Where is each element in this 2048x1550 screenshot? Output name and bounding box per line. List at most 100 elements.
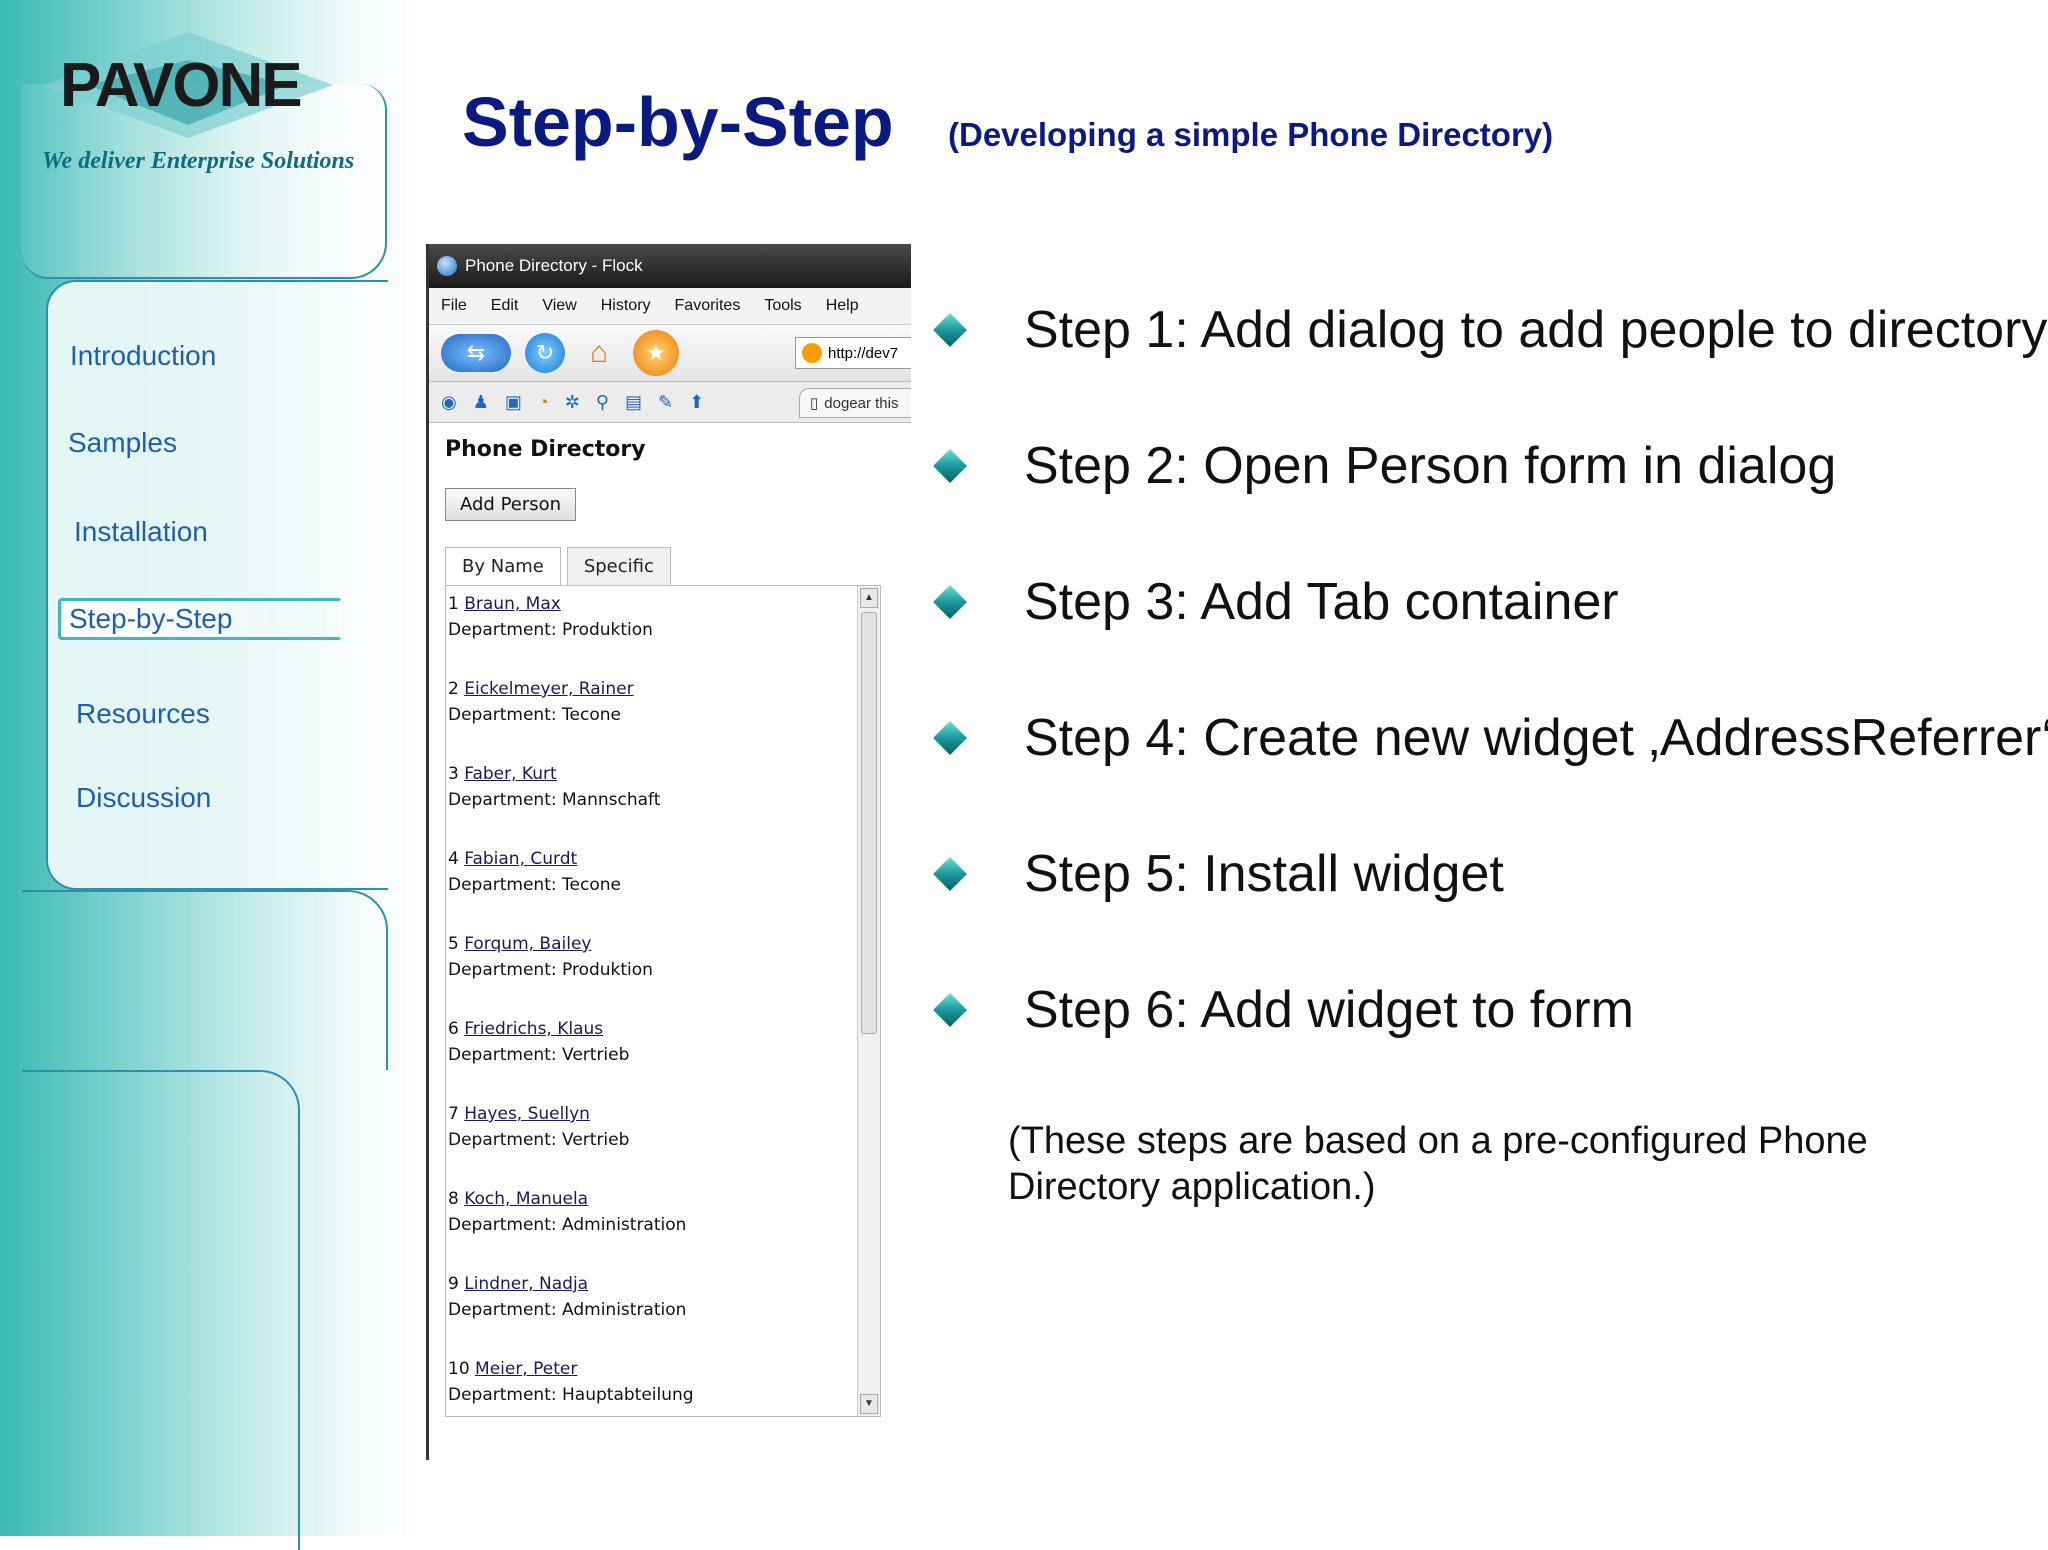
list-item: 4 Fabian, Curdt Department: Tecone: [448, 849, 880, 934]
photo-icon[interactable]: ▣: [505, 392, 522, 413]
person-name-link[interactable]: Friedrichs, Klaus: [464, 1019, 603, 1039]
pin-icon[interactable]: ⚲: [596, 392, 609, 413]
department-value: Tecone: [562, 705, 621, 725]
browser-title-bar: Phone Directory - Flock: [429, 244, 911, 288]
step-text: Step 3: Add Tab container: [1024, 573, 1619, 631]
department-label: Department:: [448, 1130, 557, 1150]
list-item: 1 Braun, Max Department: Produktion: [448, 594, 880, 679]
menu-edit[interactable]: Edit: [491, 297, 519, 315]
department-value: Vertrieb: [562, 1130, 630, 1150]
department-label: Department:: [448, 1300, 557, 1320]
step-item: Step 1: Add dialog to add people to dire…: [930, 300, 2047, 360]
list-item: 10 Meier, Peter Department: Hauptabteilun…: [448, 1359, 880, 1416]
blog-icon[interactable]: ✎: [658, 392, 673, 413]
person-line: 6 Friedrichs, Klaus: [448, 1019, 880, 1039]
list-item: 9 Lindner, Nadja Department: Administrati…: [448, 1274, 880, 1359]
browser-globe-icon: [437, 256, 457, 276]
person-name-link[interactable]: Meier, Peter: [475, 1359, 577, 1379]
add-person-button[interactable]: Add Person: [445, 488, 577, 521]
person-name-link[interactable]: Forqum, Bailey: [464, 934, 591, 954]
scroll-thumb[interactable]: [861, 612, 877, 1034]
person-name-link[interactable]: Faber, Kurt: [464, 764, 556, 784]
person-line: 2 Eickelmeyer, Rainer: [448, 679, 880, 699]
menu-help[interactable]: Help: [826, 297, 859, 315]
browser-toolbar: ⇆ ↻ ⌂ ★ http://dev7: [429, 325, 911, 382]
person-line: 1 Braun, Max: [448, 594, 880, 614]
person-name-link[interactable]: Fabian, Curdt: [464, 849, 577, 869]
browser-tab[interactable]: ▯ dogear this: [799, 388, 911, 418]
person-department-line: Department: Vertrieb: [448, 1130, 880, 1150]
department-value: Mannschaft: [562, 790, 661, 810]
diamond-bullet-icon: [930, 990, 970, 1030]
person-department-line: Department: Tecone: [448, 875, 880, 895]
department-label: Department:: [448, 1045, 557, 1065]
person-department-line: Department: Produktion: [448, 620, 880, 640]
globe-small-icon[interactable]: ◉: [441, 392, 457, 413]
refresh-icon[interactable]: ↻: [525, 333, 565, 373]
diamond-bullet-icon: [930, 582, 970, 622]
list-item: 2 Eickelmeyer, Rainer Department: Tecone: [448, 679, 880, 764]
diamond-bullet-icon: [930, 310, 970, 350]
person-name-link[interactable]: Braun, Max: [464, 594, 561, 614]
department-value: Vertrieb: [562, 1045, 630, 1065]
person-name-link[interactable]: Hayes, Suellyn: [464, 1104, 590, 1124]
list-item: 3 Faber, Kurt Department: Mannschaft: [448, 764, 880, 849]
person-number: 8: [448, 1189, 459, 1209]
tab-specific[interactable]: Specific: [566, 547, 671, 585]
step-item: Step 5: Install widget: [930, 844, 1504, 904]
nav-item-step-by-step[interactable]: Step-by-Step: [58, 598, 342, 640]
step-text: Step 5: Install widget: [1024, 845, 1504, 903]
tools-icon[interactable]: ✲: [565, 392, 580, 413]
person-number: 4: [448, 849, 459, 869]
department-label: Department:: [448, 1215, 557, 1235]
department-value: Hauptabteilung: [562, 1385, 694, 1405]
department-value: Tecone: [562, 875, 621, 895]
scroll-down-icon[interactable]: ▼: [860, 1394, 878, 1414]
step-text: Step 6: Add widget to form: [1024, 981, 1634, 1039]
scroll-up-icon[interactable]: ▲: [860, 588, 878, 608]
menu-file[interactable]: File: [441, 297, 467, 315]
person-line: 4 Fabian, Curdt: [448, 849, 880, 869]
home-icon[interactable]: ⌂: [579, 333, 619, 373]
person-number: 10: [448, 1359, 470, 1379]
step-text: Step 1: Add dialog to add people to dire…: [1024, 301, 2048, 359]
menu-history[interactable]: History: [601, 297, 651, 315]
nav-item-installation[interactable]: Installation: [74, 516, 208, 548]
person-department-line: Department: Produktion: [448, 960, 880, 980]
person-line: 3 Faber, Kurt: [448, 764, 880, 784]
person-line: 7 Hayes, Suellyn: [448, 1104, 880, 1124]
list-item: 5 Forqum, Bailey Department: Produktion: [448, 934, 880, 1019]
browser-screenshot: Phone Directory - Flock File Edit View H…: [426, 244, 911, 1460]
nav-item-resources[interactable]: Resources: [76, 698, 210, 730]
person-department-line: Department: Mannschaft: [448, 790, 880, 810]
vertical-scrollbar[interactable]: ▲ ▼: [857, 586, 880, 1416]
list-item: 6 Friedrichs, Klaus Department: Vertrieb: [448, 1019, 880, 1104]
back-forward-icon[interactable]: ⇆: [441, 334, 511, 372]
menu-tools[interactable]: Tools: [764, 297, 801, 315]
nav-item-discussion[interactable]: Discussion: [76, 782, 211, 814]
person-name-link[interactable]: Koch, Manuela: [464, 1189, 588, 1209]
tab-by-name[interactable]: By Name: [445, 547, 561, 585]
step-item: Step 2: Open Person form in dialog: [930, 436, 1836, 496]
steps-note: (These steps are based on a pre-configur…: [1008, 1120, 1868, 1208]
upload-icon[interactable]: ⬆: [689, 392, 704, 413]
address-bar[interactable]: http://dev7: [795, 337, 911, 369]
person-name-link[interactable]: Eickelmeyer, Rainer: [464, 679, 633, 699]
department-value: Produktion: [562, 960, 653, 980]
diamond-bullet-icon: [930, 854, 970, 894]
person-department-line: Department: Vertrieb: [448, 1045, 880, 1065]
decorative-panel: [22, 890, 388, 1070]
clipboard-icon[interactable]: ▤: [625, 392, 642, 413]
star-icon[interactable]: ★: [633, 330, 679, 376]
rss-icon[interactable]: ◔: [538, 392, 549, 413]
nav-item-samples[interactable]: Samples: [68, 427, 177, 459]
pavone-logo: PAVONE We deliver Enterprise Solutions: [38, 30, 358, 180]
nav-item-introduction[interactable]: Introduction: [70, 340, 216, 372]
person-department-line: Department: Tecone: [448, 705, 880, 725]
menu-view[interactable]: View: [542, 297, 576, 315]
people-icon[interactable]: ♟: [473, 392, 489, 413]
site-icon: [802, 343, 822, 363]
person-name-link[interactable]: Lindner, Nadja: [464, 1274, 588, 1294]
browser-window-title: Phone Directory - Flock: [465, 256, 643, 275]
menu-favorites[interactable]: Favorites: [675, 297, 741, 315]
